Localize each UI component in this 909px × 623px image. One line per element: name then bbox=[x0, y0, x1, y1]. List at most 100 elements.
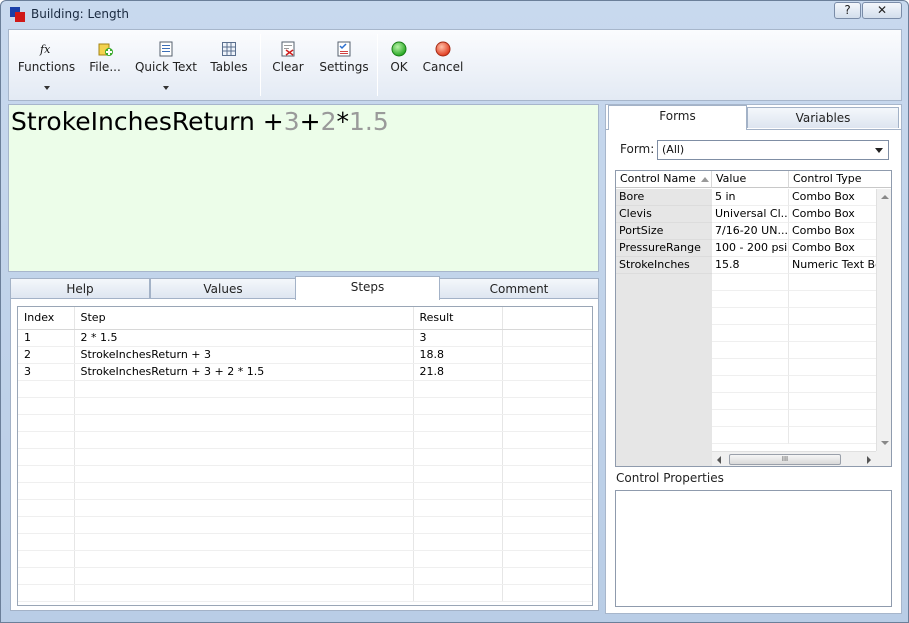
header-index[interactable]: Index bbox=[18, 307, 75, 330]
toolbar-separator bbox=[377, 34, 378, 96]
empty-row bbox=[18, 397, 592, 415]
cell-step: StrokeInchesReturn + 3 + 2 * 1.5 bbox=[74, 363, 414, 381]
cell-control-name: PortSize bbox=[616, 223, 712, 240]
cancel-button[interactable]: Cancel bbox=[421, 30, 465, 100]
table-row[interactable]: 1 2 * 1.5 3 bbox=[18, 329, 592, 347]
form-filter-value: (All) bbox=[662, 143, 685, 156]
right-pane: Forms Variables Form: (All) Control Name… bbox=[605, 104, 902, 614]
file-button[interactable]: File... bbox=[87, 30, 123, 100]
empty-row bbox=[18, 482, 592, 500]
cell-control-type: Combo Box bbox=[789, 240, 876, 257]
cell-control-name: StrokeInches bbox=[616, 257, 712, 274]
header-control-type[interactable]: Control Type bbox=[789, 171, 891, 188]
toolbar: fx Functions File... Quick Text Tables C… bbox=[8, 29, 902, 101]
empty-row bbox=[18, 533, 592, 551]
empty-row bbox=[616, 342, 876, 359]
tables-label: Tables bbox=[210, 60, 248, 74]
cell-step: StrokeInchesReturn + 3 bbox=[74, 346, 414, 364]
empty-row bbox=[18, 380, 592, 398]
control-properties-panel[interactable] bbox=[615, 490, 892, 607]
form-filter-select[interactable]: (All) bbox=[657, 140, 889, 160]
cell-control-name: Bore bbox=[616, 189, 712, 206]
expression-operator: + bbox=[254, 107, 284, 136]
file-add-icon bbox=[97, 41, 113, 57]
tab-values[interactable]: Values bbox=[150, 278, 296, 299]
tables-button[interactable]: Tables bbox=[207, 30, 251, 100]
scroll-right-icon[interactable] bbox=[867, 456, 871, 464]
cell-index: 1 bbox=[18, 329, 75, 347]
horizontal-scrollbar[interactable]: III bbox=[712, 451, 876, 466]
quick-text-button[interactable]: Quick Text bbox=[133, 30, 199, 100]
expression-identifier: StrokeInchesReturn bbox=[11, 107, 255, 136]
tab-steps[interactable]: Steps bbox=[295, 276, 440, 300]
left-tab-strip: Help Values Steps Comment bbox=[10, 276, 599, 300]
empty-row bbox=[616, 410, 876, 427]
empty-row bbox=[18, 414, 592, 432]
cell-value: Universal Cl... bbox=[712, 206, 789, 223]
quick-text-icon bbox=[158, 41, 174, 57]
empty-row bbox=[18, 448, 592, 466]
sort-ascending-icon bbox=[700, 176, 709, 182]
empty-row bbox=[616, 325, 876, 342]
empty-row bbox=[18, 465, 592, 483]
header-control-name[interactable]: Control Name bbox=[616, 171, 712, 188]
empty-row bbox=[18, 499, 592, 517]
cell-value: 100 - 200 psi bbox=[712, 240, 789, 257]
table-row[interactable]: Bore 5 in Combo Box bbox=[616, 189, 876, 206]
functions-button[interactable]: fx Functions bbox=[14, 30, 79, 100]
clear-label: Clear bbox=[272, 60, 304, 74]
table-row[interactable]: 2 StrokeInchesReturn + 3 18.8 bbox=[18, 346, 592, 364]
tab-comment[interactable]: Comment bbox=[439, 278, 599, 299]
scroll-thumb[interactable]: III bbox=[729, 454, 841, 465]
empty-row bbox=[616, 427, 876, 444]
title-bar[interactable]: Building: Length ? ✕ bbox=[1, 1, 908, 27]
cell-control-type: Combo Box bbox=[789, 223, 876, 240]
controls-grid[interactable]: Control Name Value Control Type Bore 5 in… bbox=[615, 170, 892, 467]
clear-button[interactable]: Clear bbox=[269, 30, 307, 100]
control-properties-label: Control Properties bbox=[616, 471, 724, 485]
scroll-up-icon[interactable] bbox=[881, 195, 889, 199]
cell-value: 5 in bbox=[712, 189, 789, 206]
ok-label: OK bbox=[390, 60, 408, 74]
cell-control-name: Clevis bbox=[616, 206, 712, 223]
fx-icon: fx bbox=[39, 41, 55, 57]
empty-row bbox=[616, 274, 876, 291]
tab-forms[interactable]: Forms bbox=[608, 105, 747, 130]
header-empty bbox=[502, 307, 592, 330]
empty-row bbox=[18, 584, 592, 602]
cancel-label: Cancel bbox=[422, 60, 464, 74]
ok-button[interactable]: OK bbox=[384, 30, 414, 100]
table-row[interactable]: PressureRange 100 - 200 psi Combo Box bbox=[616, 240, 876, 257]
table-row[interactable]: 3 StrokeInchesReturn + 3 + 2 * 1.5 21.8 bbox=[18, 363, 592, 381]
header-value[interactable]: Value bbox=[712, 171, 789, 188]
steps-grid[interactable]: Index Step Result 1 2 * 1.5 3 2 StrokeIn… bbox=[17, 306, 593, 606]
scroll-left-icon[interactable] bbox=[717, 456, 721, 464]
app-icon bbox=[10, 7, 25, 22]
cell-index: 2 bbox=[18, 346, 75, 364]
close-button[interactable]: ✕ bbox=[862, 2, 902, 19]
table-row[interactable]: PortSize 7/16-20 UN... Combo Box bbox=[616, 223, 876, 240]
table-icon bbox=[221, 41, 237, 57]
scroll-down-icon[interactable] bbox=[881, 441, 889, 445]
chevron-down-icon bbox=[43, 86, 50, 90]
vertical-scrollbar[interactable] bbox=[876, 189, 891, 451]
settings-button[interactable]: Settings bbox=[314, 30, 374, 100]
empty-row bbox=[616, 291, 876, 308]
tab-help[interactable]: Help bbox=[10, 278, 150, 299]
empty-row bbox=[18, 516, 592, 534]
tab-variables[interactable]: Variables bbox=[747, 107, 899, 128]
header-step[interactable]: Step bbox=[74, 307, 414, 330]
cell-result: 21.8 bbox=[413, 363, 503, 381]
settings-checklist-icon bbox=[336, 41, 352, 57]
expression-text: StrokeInchesReturn +3+2*1.5 bbox=[11, 107, 389, 136]
empty-row bbox=[616, 359, 876, 376]
expression-editor[interactable]: StrokeInchesReturn +3+2*1.5 bbox=[8, 104, 599, 272]
help-button[interactable]: ? bbox=[834, 2, 861, 19]
expression-operator: * bbox=[336, 107, 350, 136]
header-result[interactable]: Result bbox=[413, 307, 503, 330]
table-row[interactable]: StrokeInches15.8Numeric Text Box bbox=[616, 257, 876, 274]
forms-panel: Form: (All) Control Name Value Control T… bbox=[606, 129, 901, 613]
functions-label: Functions bbox=[17, 60, 76, 74]
cell-result: 18.8 bbox=[413, 346, 503, 364]
table-row[interactable]: Clevis Universal Cl... Combo Box bbox=[616, 206, 876, 223]
